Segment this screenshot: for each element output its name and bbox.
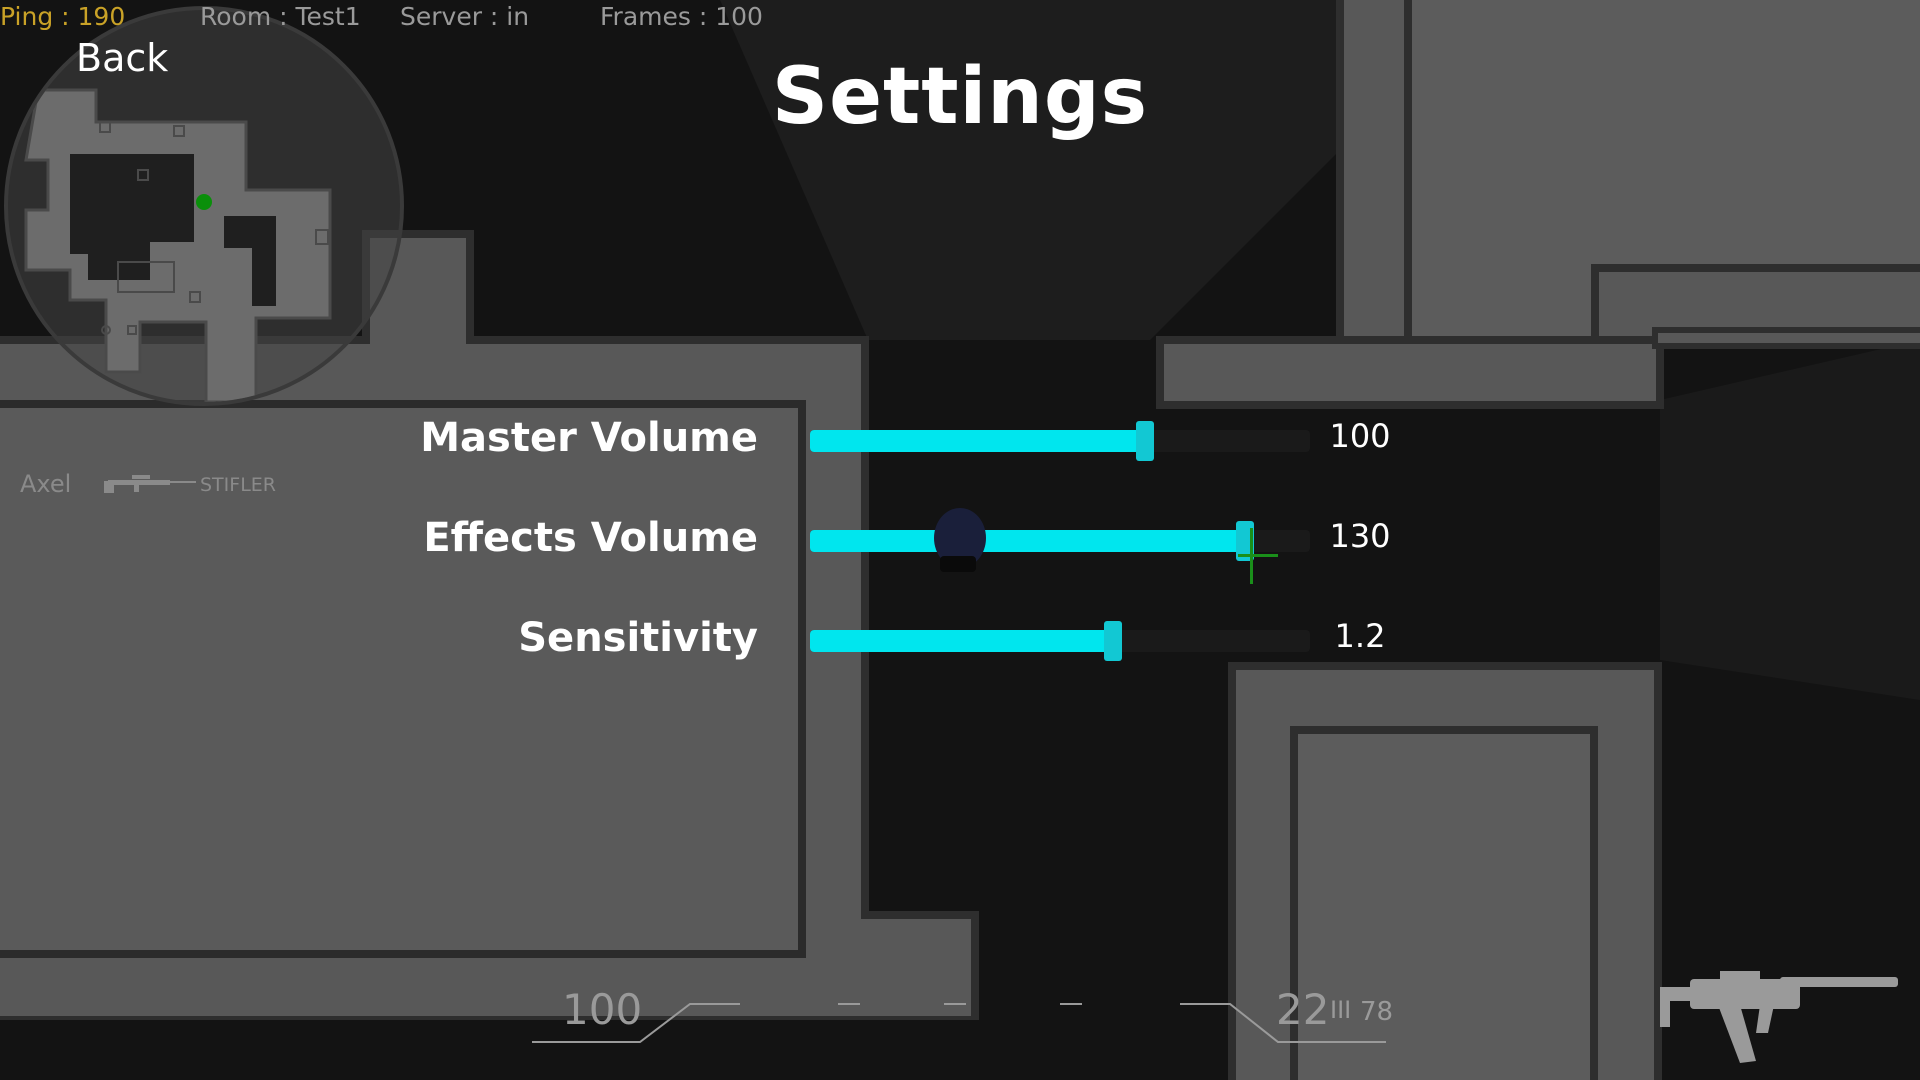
master-volume-slider[interactable]: [810, 421, 1310, 461]
setting-label: Effects Volume: [423, 515, 758, 561]
minimap-player-marker: [196, 194, 212, 210]
crosshair-icon: [1238, 528, 1278, 584]
slider-fill: [810, 430, 1145, 452]
room-readout: Room : Test1: [200, 2, 361, 31]
setting-value: 100: [1329, 417, 1391, 455]
slider-handle[interactable]: [1104, 621, 1122, 661]
sniper-rifle-icon: [104, 475, 196, 493]
page-title: Settings: [0, 52, 1920, 142]
reserve-ammo-value: 78: [1360, 997, 1394, 1027]
frames-readout: Frames : 100: [600, 2, 763, 31]
kill-feed-victim: STIFLER: [200, 474, 276, 496]
setting-value: 1.2: [1334, 617, 1386, 655]
slider-handle[interactable]: [1136, 421, 1154, 461]
page-title-text: Settings: [771, 52, 1149, 142]
ammo-separator: III: [1330, 996, 1352, 1024]
health-value: 100: [562, 985, 643, 1034]
slider-fill: [810, 630, 1113, 652]
sensitivity-slider[interactable]: [810, 621, 1310, 661]
ping-readout: Ping : 190: [0, 2, 126, 31]
setting-row-master-volume: Master Volume 100: [0, 405, 1920, 475]
setting-label: Sensitivity: [518, 615, 758, 661]
server-readout: Server : in: [400, 2, 530, 31]
setting-label: Master Volume: [420, 415, 758, 461]
smg-icon: [1660, 971, 1898, 1063]
setting-value: 130: [1329, 517, 1391, 555]
ammo-value: 22: [1276, 985, 1330, 1034]
player-character-icon: [934, 508, 986, 572]
setting-row-sensitivity: Sensitivity 1.2: [0, 605, 1920, 675]
slider-fill: [810, 530, 1245, 552]
effects-volume-slider[interactable]: [810, 521, 1310, 561]
